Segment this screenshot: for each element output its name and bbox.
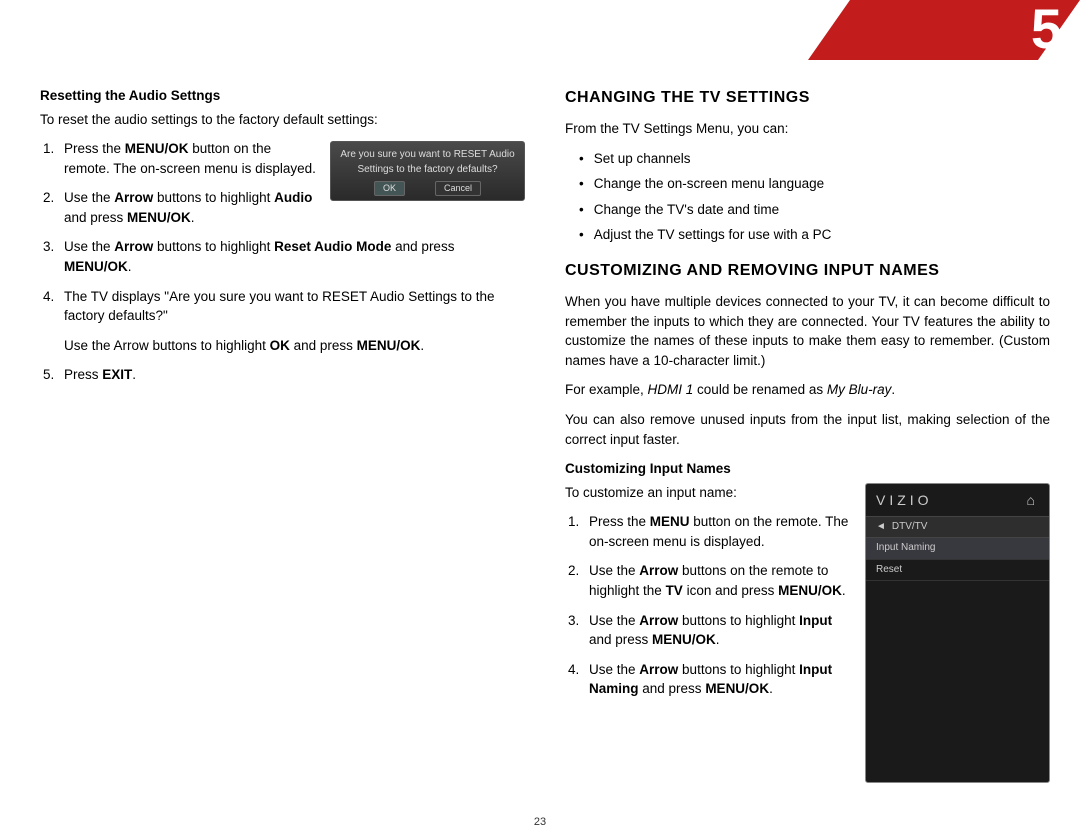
dialog-line1: Are you sure you want to RESET Audio (335, 148, 520, 163)
reset-audio-intro: To reset the audio settings to the facto… (40, 110, 525, 130)
vizio-menu-screenshot: VIZIO ⌂ ◄ DTV/TV Input Naming Reset (865, 483, 1050, 783)
vizio-row-reset: Reset (866, 560, 1049, 582)
vizio-row-input-naming: Input Naming (866, 538, 1049, 560)
list-item: Change the on-screen menu language (579, 174, 1050, 194)
tv-settings-intro: From the TV Settings Menu, you can: (565, 119, 1050, 139)
vizio-tab: DTV/TV (892, 520, 928, 535)
reset-audio-heading: Resetting the Audio Settngs (40, 86, 525, 106)
reset-confirm-dialog: Are you sure you want to RESET Audio Set… (330, 141, 525, 201)
list-item: Adjust the TV settings for use with a PC (579, 225, 1050, 245)
dialog-line2: Settings to the factory defaults? (335, 163, 520, 178)
tv-settings-list: Set up channels Change the on-screen men… (579, 149, 1050, 245)
list-item: Change the TV's date and time (579, 200, 1050, 220)
custom-input-p3: You can also remove unused inputs from t… (565, 410, 1050, 449)
step-4: The TV displays "Are you sure you want t… (58, 287, 525, 356)
customizing-input-names-subheading: Customizing Input Names (565, 459, 1050, 479)
list-item: Set up channels (579, 149, 1050, 169)
right-column: CHANGING THE TV SETTINGS From the TV Set… (565, 80, 1050, 814)
home-icon: ⌂ (1027, 490, 1039, 510)
chapter-number: 5 (1031, 0, 1062, 61)
custom-input-p2: For example, HDMI 1 could be renamed as … (565, 380, 1050, 400)
left-column: Resetting the Audio Settngs To reset the… (40, 80, 525, 814)
vizio-brand: VIZIO (876, 490, 933, 510)
custom-input-p1: When you have multiple devices connected… (565, 292, 1050, 370)
changing-tv-settings-heading: CHANGING THE TV SETTINGS (565, 86, 1050, 109)
dialog-ok-button: OK (374, 181, 405, 196)
page-number: 23 (0, 816, 1080, 828)
dialog-cancel-button: Cancel (435, 181, 481, 196)
step-5: Press EXIT. (58, 365, 525, 385)
back-arrow-icon: ◄ (876, 520, 886, 535)
customizing-input-names-heading: CUSTOMIZING AND REMOVING INPUT NAMES (565, 259, 1050, 282)
step-3: Use the Arrow buttons to highlight Reset… (58, 237, 525, 276)
